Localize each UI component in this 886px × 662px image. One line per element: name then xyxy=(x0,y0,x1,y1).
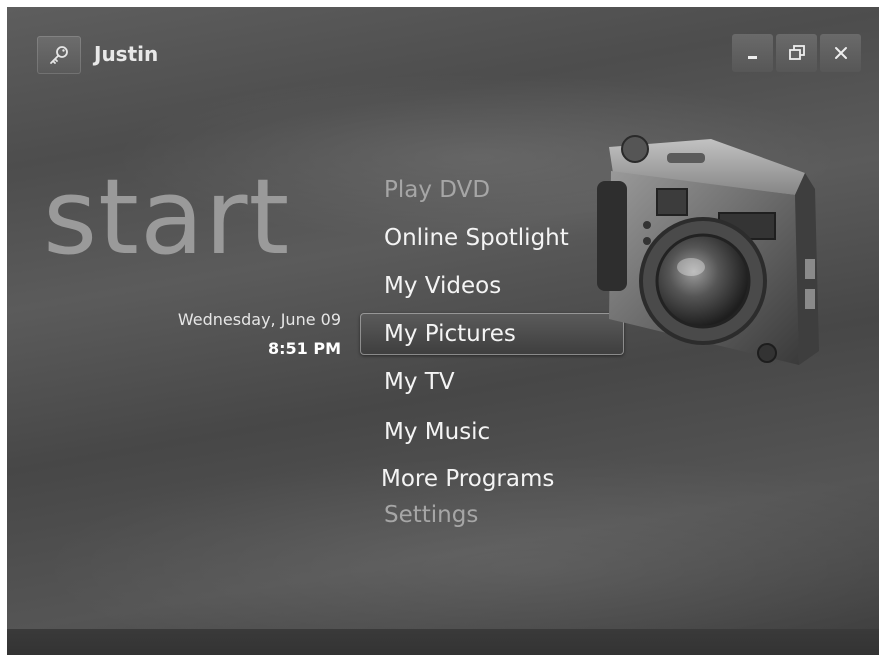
menu-item-my-music[interactable]: My Music xyxy=(384,419,490,445)
close-button[interactable] xyxy=(820,34,861,72)
start-heading: start xyxy=(43,156,291,278)
menu-item-settings[interactable]: Settings xyxy=(384,502,478,528)
camera-icon xyxy=(597,135,819,365)
restore-icon xyxy=(788,45,805,60)
menu-item-my-pictures[interactable]: My Pictures xyxy=(384,321,516,347)
bottom-strip xyxy=(7,629,879,655)
menu-item-play-dvd[interactable]: Play DVD xyxy=(384,177,490,203)
menu-item-my-tv[interactable]: My TV xyxy=(384,369,455,395)
key-icon xyxy=(50,46,68,64)
menu-item-more-programs[interactable]: More Programs xyxy=(381,466,554,492)
media-center-window: Justin start Wednesday, June 09 8:51 PM … xyxy=(7,7,879,655)
minimize-icon xyxy=(747,56,757,59)
date-label: Wednesday, June 09 xyxy=(177,310,341,329)
minimize-button[interactable] xyxy=(732,34,773,72)
close-icon xyxy=(834,47,847,59)
menu-item-online-spotlight[interactable]: Online Spotlight xyxy=(384,225,569,251)
restore-button[interactable] xyxy=(776,34,817,72)
menu-item-my-videos[interactable]: My Videos xyxy=(384,273,501,299)
window-controls xyxy=(732,34,861,72)
time-label: 8:51 PM xyxy=(267,339,341,358)
user-account-button[interactable] xyxy=(37,36,81,74)
user-name: Justin xyxy=(94,42,159,66)
